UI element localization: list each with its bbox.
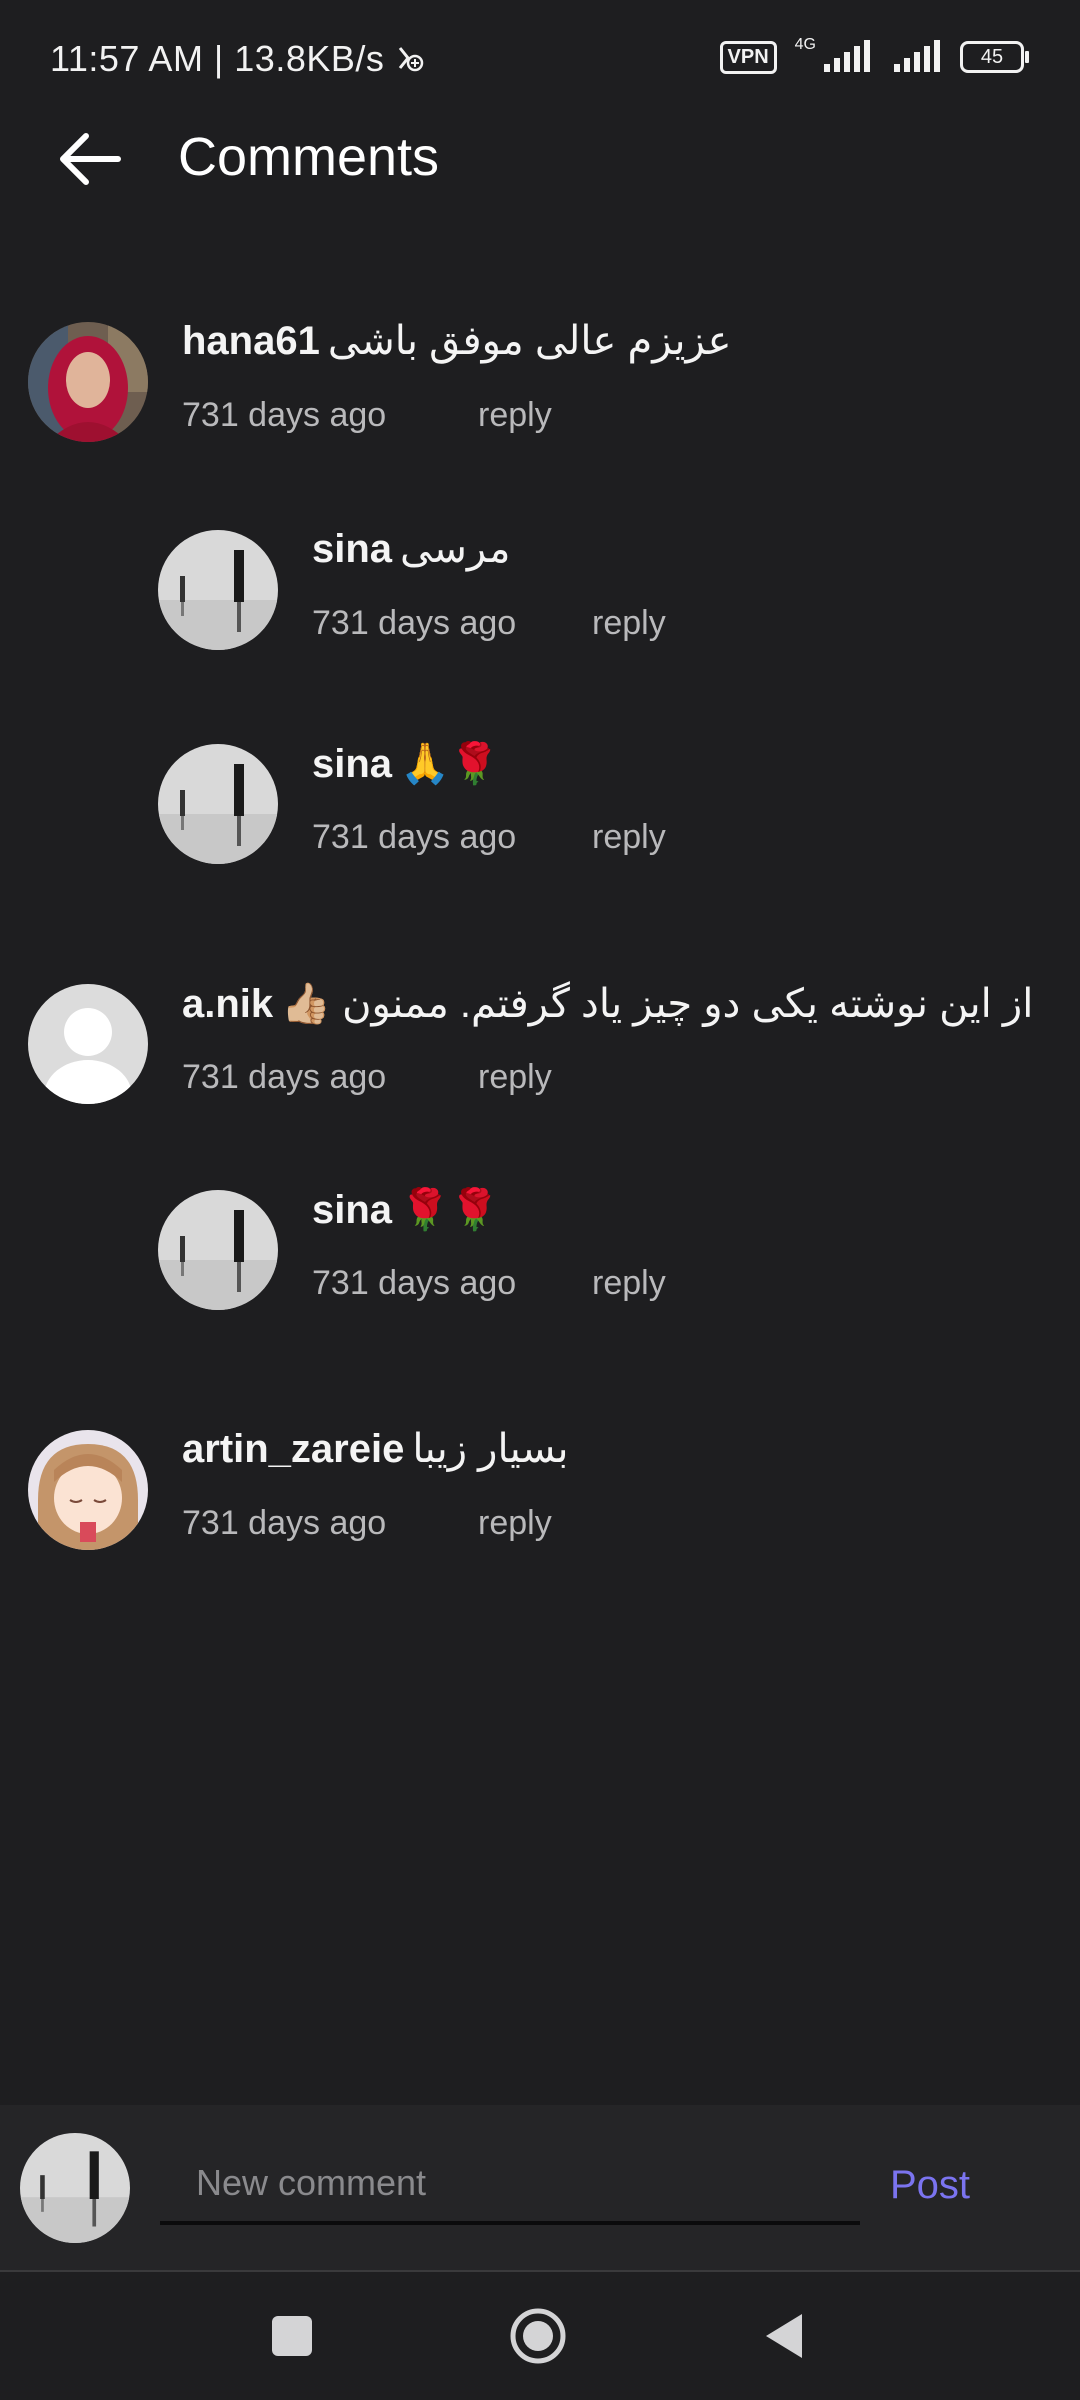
- status-bar: 11:57 AM | 13.8KB/s VPN 4G 45: [0, 0, 1080, 120]
- home-circle-icon[interactable]: [506, 2304, 570, 2368]
- network-type: 4G: [794, 36, 816, 53]
- comments-screen: 11:57 AM | 13.8KB/s VPN 4G 45 Comments h…: [0, 0, 1080, 2400]
- reply-button[interactable]: reply: [592, 818, 666, 857]
- comment-text: 👍🏼 از این نوشته یکی دو چیز یاد گرفتم. مم…: [281, 982, 1034, 1026]
- reply-button[interactable]: reply: [592, 604, 666, 643]
- signal-icon: [824, 40, 870, 72]
- avatar[interactable]: [158, 1190, 278, 1310]
- reply-button[interactable]: reply: [478, 1058, 552, 1097]
- comment-username[interactable]: sina: [312, 1188, 392, 1232]
- comment-username[interactable]: sina: [312, 742, 392, 786]
- comment-text: مرسی: [400, 527, 511, 571]
- status-left: 11:57 AM | 13.8KB/s: [50, 38, 424, 80]
- vpn-badge: VPN: [719, 40, 777, 74]
- reply-button[interactable]: reply: [592, 1264, 666, 1303]
- comment-text-line: artin_zareie بسیار زیبا: [182, 1426, 569, 1472]
- comment-timestamp: 731 days ago: [182, 396, 387, 434]
- signal-icon-2: [894, 40, 940, 72]
- comment-composer: Post: [0, 2105, 1080, 2270]
- post-button[interactable]: Post: [890, 2163, 970, 2208]
- avatar[interactable]: [28, 1430, 148, 1550]
- back-arrow-icon[interactable]: [52, 122, 126, 196]
- avatar[interactable]: [28, 984, 148, 1104]
- comment-text: عزیزم عالی موفق باشی: [327, 319, 732, 363]
- page-title: Comments: [178, 127, 440, 187]
- comment-text: بسیار زیبا: [412, 1427, 569, 1471]
- comment-text-line: sina 🌹🌹: [312, 1186, 500, 1233]
- comment-text-line: sina 🙏🌹: [312, 740, 500, 787]
- comment-username[interactable]: sina: [312, 527, 392, 571]
- avatar[interactable]: [28, 322, 148, 442]
- battery-indicator: 45: [960, 41, 1029, 73]
- comment-timestamp: 731 days ago: [182, 1504, 387, 1542]
- comment-timestamp: 731 days ago: [182, 1058, 387, 1096]
- comment-text: 🙏🌹: [400, 742, 500, 786]
- comment-username[interactable]: hana61: [182, 319, 320, 363]
- data-saver-icon: [399, 47, 424, 72]
- status-right: VPN 4G 45: [719, 36, 1029, 74]
- reply-button[interactable]: reply: [478, 396, 552, 435]
- reply-button[interactable]: reply: [478, 1504, 552, 1543]
- recents-square-icon[interactable]: [260, 2304, 324, 2368]
- comment-text-line: sina مرسی: [312, 526, 510, 572]
- comment-text-line: a.nik 👍🏼 از این نوشته یکی دو چیز یاد گرفت…: [182, 980, 1033, 1027]
- comment-username[interactable]: artin_zareie: [182, 1427, 404, 1471]
- comment-timestamp: 731 days ago: [312, 818, 517, 856]
- avatar[interactable]: [158, 530, 278, 650]
- system-nav-bar: [0, 2272, 1080, 2400]
- current-user-avatar: [20, 2133, 130, 2243]
- comment-timestamp: 731 days ago: [312, 604, 517, 642]
- new-comment-input[interactable]: [160, 2145, 860, 2225]
- back-triangle-icon[interactable]: [754, 2304, 818, 2368]
- comment-username[interactable]: a.nik: [182, 982, 273, 1026]
- avatar[interactable]: [158, 744, 278, 864]
- comment-timestamp: 731 days ago: [312, 1264, 517, 1302]
- comment-text: 🌹🌹: [400, 1188, 500, 1232]
- status-time-speed: 11:57 AM | 13.8KB/s: [50, 38, 385, 79]
- comment-text-line: hana61 عزیزم عالی موفق باشی: [182, 318, 731, 364]
